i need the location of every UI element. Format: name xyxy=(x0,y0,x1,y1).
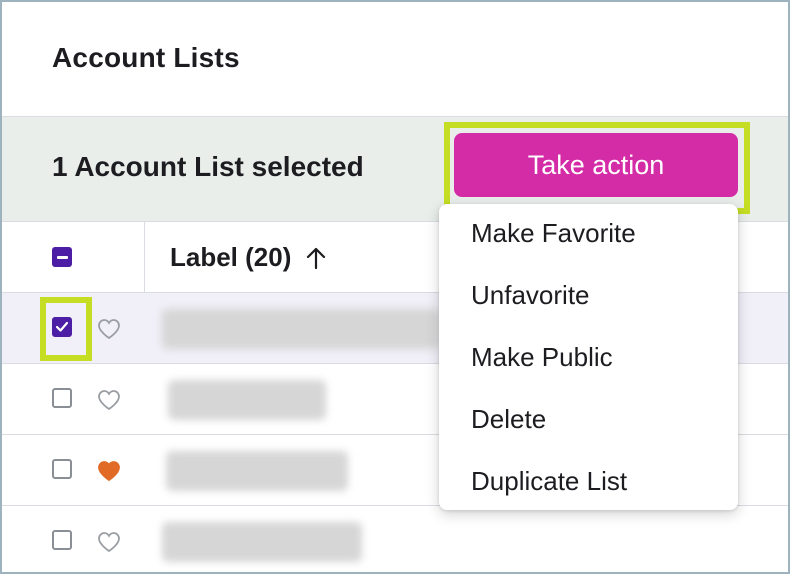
label-column-header-text: Label (20) xyxy=(170,242,292,272)
take-action-button[interactable]: Take action xyxy=(454,133,738,197)
select-all-checkbox[interactable] xyxy=(52,247,72,267)
heart-outline-icon[interactable] xyxy=(96,317,122,341)
menu-item-make-public[interactable]: Make Public xyxy=(471,342,613,373)
label-column-header[interactable]: Label (20) xyxy=(170,242,327,273)
page-title: Account Lists xyxy=(52,42,240,73)
page-header: Account Lists xyxy=(2,2,788,117)
blurred-list-label xyxy=(168,380,326,420)
row-checkbox[interactable] xyxy=(52,317,72,337)
app-frame: Account Lists 1 Account List selected Ta… xyxy=(0,0,790,574)
menu-item-make-favorite[interactable]: Make Favorite xyxy=(471,218,636,249)
heart-outline-icon[interactable] xyxy=(96,530,122,554)
menu-item-unfavorite[interactable]: Unfavorite xyxy=(471,280,590,311)
menu-item-delete[interactable]: Delete xyxy=(471,404,546,435)
blurred-list-label xyxy=(162,309,440,349)
row-checkbox[interactable] xyxy=(52,530,72,550)
table-row[interactable] xyxy=(2,506,788,572)
column-divider xyxy=(144,222,145,292)
menu-item-duplicate-list[interactable]: Duplicate List xyxy=(471,466,627,497)
arrow-up-icon xyxy=(307,247,326,269)
take-action-menu: Make Favorite Unfavorite Make Public Del… xyxy=(439,204,738,510)
selection-count-text: 1 Account List selected xyxy=(52,151,364,182)
heart-filled-icon[interactable] xyxy=(96,459,122,483)
indeterminate-dash-icon xyxy=(56,255,68,259)
row-checkbox[interactable] xyxy=(52,388,72,408)
blurred-list-label xyxy=(166,451,348,491)
blurred-list-label xyxy=(162,522,362,562)
heart-outline-icon[interactable] xyxy=(96,388,122,412)
checkmark-icon xyxy=(55,321,69,332)
row-checkbox[interactable] xyxy=(52,459,72,479)
